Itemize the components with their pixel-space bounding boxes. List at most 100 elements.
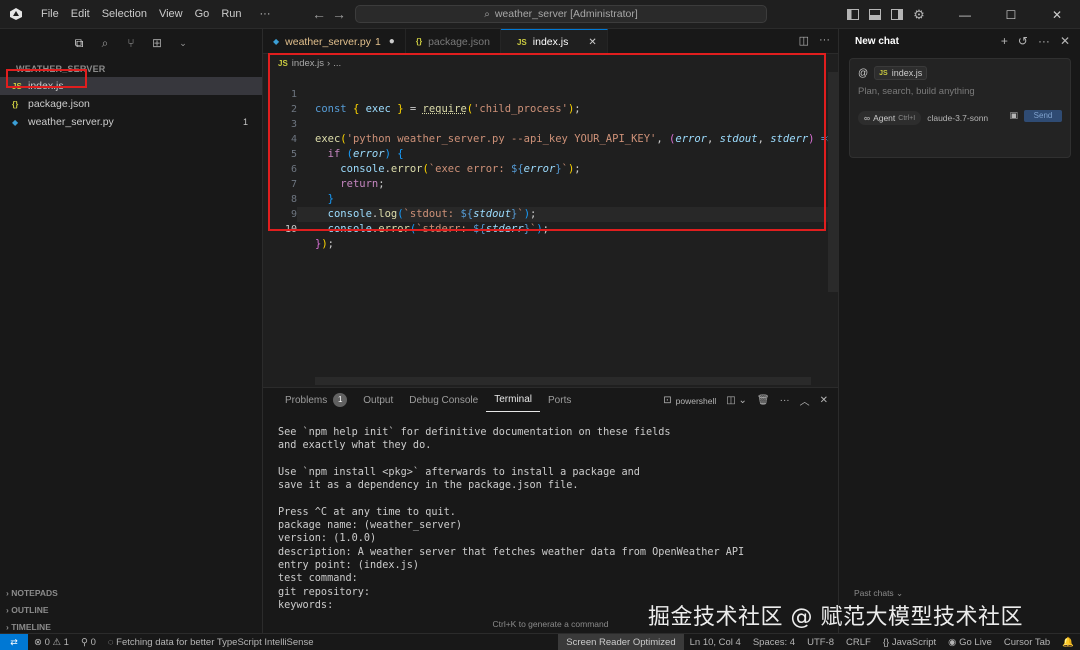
add-context-at-icon[interactable]: @ [858,68,868,79]
code-highlight-box [268,53,826,231]
send-button[interactable]: Send [1024,110,1062,122]
toggle-secondary-sidebar-icon[interactable] [886,4,908,26]
javascript-file-icon: JS [879,69,888,77]
ports-status[interactable]: ⚲ 0 [75,637,102,648]
source-control-icon[interactable]: ⑂ [122,34,140,52]
problems-status[interactable]: ⊗ 0 ⚠ 1 [28,637,75,648]
chat-title: New chat [855,35,899,47]
chevron-down-icon[interactable]: ⌄ [174,34,192,52]
terminal-line: description: A weather server that fetch… [278,546,745,558]
chat-input-placeholder[interactable]: Plan, search, build anything [858,86,975,97]
model-selector[interactable]: claude-3.7-sonn [927,113,988,123]
menu-selection[interactable]: Selection [96,8,153,20]
infinity-icon: ∞ [864,113,871,123]
tab-weather-server-py[interactable]: ◆ weather_server.py 1 ● [263,29,406,54]
terminal-icon: ⊡ [663,395,672,406]
file-item-weather-server-py[interactable]: ◆ weather_server.py 1 [0,113,262,131]
tab-problems[interactable]: Problems 1 [277,388,355,412]
chat-panel: New chat + ↺ ··· ✕ @ JS index.js Plan, s… [838,29,1080,633]
menu-file[interactable]: File [35,8,65,20]
close-tab-icon[interactable]: ✕ [588,37,596,48]
agent-shortcut: Ctrl+I [898,114,916,122]
menu-edit[interactable]: Edit [65,8,96,20]
tab-index-js[interactable]: JS index.js ✕ [500,29,608,54]
cursor-position[interactable]: Ln 10, Col 4 [684,637,747,648]
command-center-search[interactable]: ⌕ weather_server [Administrator] [355,5,767,23]
explorer-files-icon[interactable]: ⧉ [70,34,88,52]
tab-ports[interactable]: Ports [540,388,579,412]
terminal-line: entry point: (index.js) [278,560,420,571]
json-file-icon: {} [415,37,423,46]
forward-arrow-icon[interactable]: → [329,6,349,22]
settings-gear-icon[interactable]: ⚙ [908,4,930,26]
tab-label: weather_server.py [285,35,371,48]
outline-section[interactable]: › OUTLINE [0,602,49,618]
terminal-line: Press ^C at any time to quit. [278,506,456,518]
more-actions-icon[interactable]: ··· [1038,34,1050,48]
terminal-line: package name: (weather_server) [278,520,463,532]
tab-package-json[interactable]: {} package.json [406,29,501,54]
menu-run[interactable]: Run [215,8,247,20]
screen-reader-status[interactable]: Screen Reader Optimized [558,634,684,650]
maximize-panel-icon[interactable]: ︿ [800,393,810,408]
file-item-package-json[interactable]: {} package.json [0,95,262,113]
history-icon[interactable]: ↺ [1018,34,1028,48]
split-terminal-icon[interactable]: ◫ ⌄ [726,395,747,406]
menu-go[interactable]: Go [189,8,216,20]
go-live-label: Go Live [959,637,992,648]
json-file-icon: {} [12,99,19,109]
bottom-panel: Problems 1 Output Debug Console Terminal … [263,387,838,633]
terminal-line: keywords: [278,599,334,611]
notifications-bell-icon[interactable]: 🔔 [1056,637,1080,648]
title-bar: File Edit Selection View Go Run ··· ← → … [0,0,1080,29]
shell-name: powershell [675,395,717,406]
search-icon[interactable]: ⌕ [96,34,114,52]
past-chats-toggle[interactable]: Past chats ⌄ [854,588,903,599]
split-editor-icon[interactable]: ◫ [799,34,809,47]
watermark-text: 掘金技术社区 @ 赋范大模型技术社区 [648,605,1023,630]
agent-mode-selector[interactable]: ∞ Agent Ctrl+I [858,111,922,125]
unsaved-dot-icon[interactable]: ● [389,36,395,47]
toggle-panel-icon[interactable] [864,4,886,26]
back-arrow-icon[interactable]: ← [309,6,329,22]
loading-spinner-icon: ◌ [107,636,117,648]
close-panel-icon[interactable]: ✕ [820,395,828,406]
eol-status[interactable]: CRLF [840,637,877,648]
close-icon[interactable]: ✕ [1060,34,1070,48]
terminal-line: version: (1.0.0) [278,533,377,545]
terminal-shell-selector[interactable]: ⊡ powershell [663,395,716,406]
notepads-section[interactable]: › NOTEPADS [0,585,58,601]
image-attach-icon[interactable]: ▣ [1009,110,1018,121]
vertical-scrollbar[interactable] [828,72,838,292]
horizontal-scrollbar[interactable] [315,377,811,385]
more-actions-icon[interactable]: ··· [780,395,790,406]
tab-debug-console[interactable]: Debug Console [401,388,486,412]
javascript-file-icon: JS [516,37,527,47]
search-icon: ⌕ [484,8,490,20]
extensions-icon[interactable]: ⊞ [148,34,166,52]
cursor-tab-status[interactable]: Cursor Tab [998,637,1056,648]
terminal-line: Use `npm install <pkg>` afterwards to in… [278,466,640,478]
terminal-line: and exactly what they do. [278,440,432,452]
menu-view[interactable]: View [153,8,189,20]
tab-output[interactable]: Output [355,388,401,412]
editor-tabs: ◆ weather_server.py 1 ● {} package.json … [263,29,838,54]
context-file-chip[interactable]: JS index.js [874,66,928,80]
toggle-sidebar-icon[interactable] [842,4,864,26]
more-actions-icon[interactable]: ··· [819,34,830,47]
maximize-icon[interactable]: ☐ [988,0,1034,29]
encoding-status[interactable]: UTF-8 [801,637,840,648]
kill-terminal-icon[interactable]: 🗑 [757,395,770,406]
indentation-status[interactable]: Spaces: 4 [747,637,801,648]
new-chat-plus-icon[interactable]: + [1001,34,1008,48]
close-window-icon[interactable]: ✕ [1034,0,1080,29]
remote-indicator-icon[interactable]: ⇄ [0,633,28,650]
menu-more-icon[interactable]: ··· [254,8,277,20]
go-live-button[interactable]: ◉ Go Live [942,637,998,648]
tab-label: Problems [285,394,328,406]
language-mode[interactable]: {} JavaScript [877,637,942,648]
minimize-icon[interactable]: — [942,0,988,29]
file-name: weather_server.py [28,116,114,128]
chat-input-box[interactable]: @ JS index.js Plan, search, build anythi… [849,58,1071,158]
tab-terminal[interactable]: Terminal [486,388,541,412]
